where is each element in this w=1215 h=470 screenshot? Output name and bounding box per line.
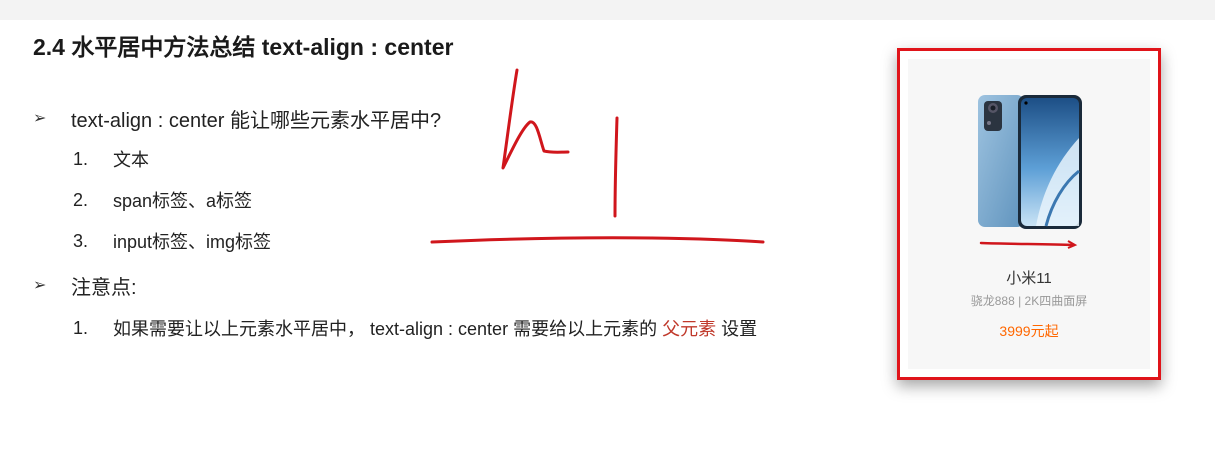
annotation-stroke-underline (430, 236, 765, 244)
annotation-stroke-h (501, 68, 570, 170)
product-card[interactable]: 小米11 骁龙888 | 2K四曲面屏 3999元起 (897, 48, 1161, 380)
annotation-stroke-vertical (613, 116, 619, 218)
product-card-inner: 小米11 骁龙888 | 2K四曲面屏 3999元起 (908, 59, 1150, 369)
product-price: 3999元起 (999, 323, 1059, 339)
product-name: 小米11 (1006, 270, 1052, 287)
product-desc: 骁龙888 | 2K四曲面屏 (970, 294, 1088, 308)
